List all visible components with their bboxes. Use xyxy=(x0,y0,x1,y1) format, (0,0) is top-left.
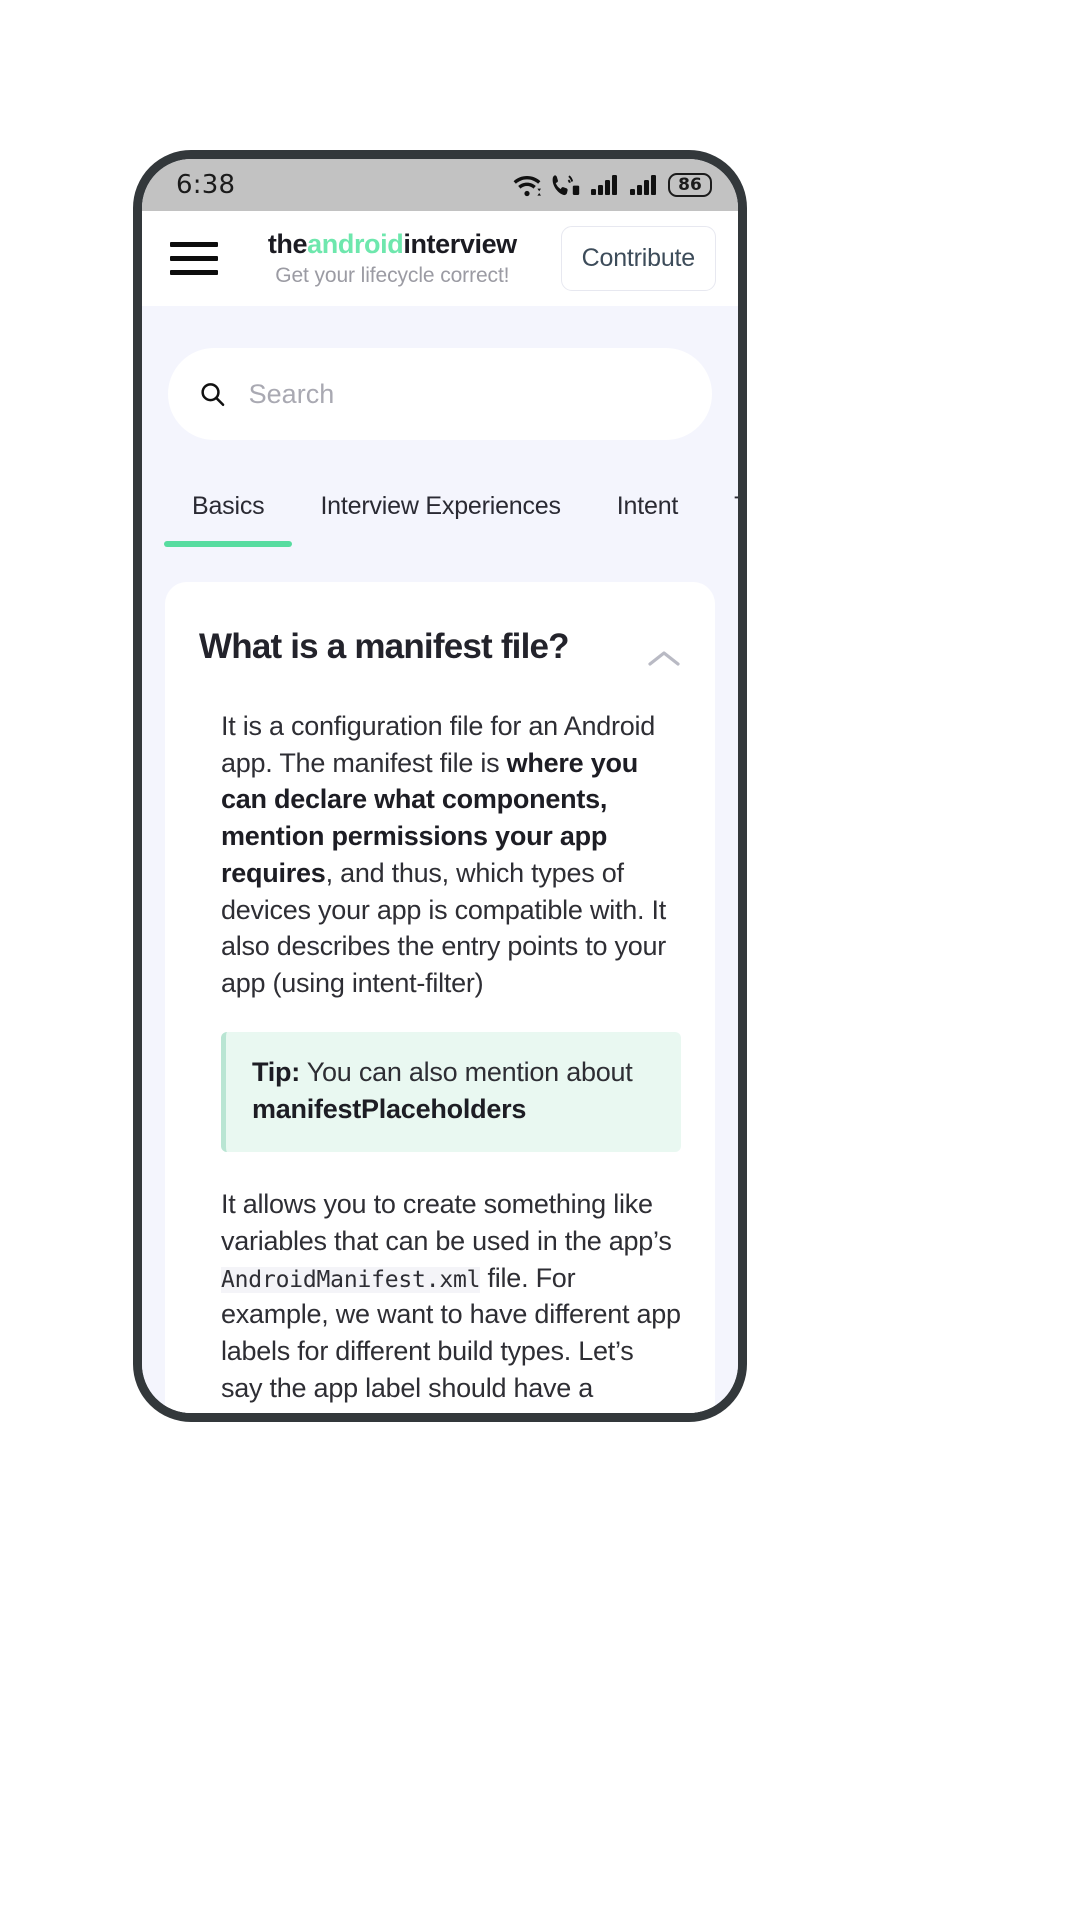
signal-bars-2-icon xyxy=(630,175,656,195)
card-title: What is a manifest file? xyxy=(199,627,570,666)
phone-frame: 6:38 86 theandroidinterview Get your lif… xyxy=(133,150,747,1422)
hamburger-bar xyxy=(170,270,218,275)
para2-a: It allows you to create something like v… xyxy=(221,1189,672,1256)
hamburger-bar xyxy=(170,256,218,261)
tab-underline xyxy=(706,541,738,547)
tab-basics[interactable]: Basics xyxy=(164,482,293,547)
paragraph-placeholders: It allows you to create something like v… xyxy=(221,1186,681,1413)
search-input[interactable] xyxy=(248,378,682,410)
call-signal-icon xyxy=(552,175,580,196)
tab-underline xyxy=(589,541,706,547)
inline-code-android-manifest: AndroidManifest.xml xyxy=(221,1266,481,1293)
brand-part-the: the xyxy=(267,229,308,260)
tab-label: Basics xyxy=(192,492,265,520)
tip-text: You can also mention about xyxy=(300,1056,633,1087)
tab-tools-and-concept[interactable]: Tools & Concept xyxy=(706,482,738,547)
brand-title: theandroidinterview xyxy=(240,229,545,260)
tip-label: Tip: xyxy=(252,1056,300,1087)
hamburger-bar xyxy=(170,242,218,247)
tab-active-underline xyxy=(164,541,293,547)
brand-tagline: Get your lifecycle correct! xyxy=(275,263,510,287)
tip-callout: Tip: You can also mention about manifest… xyxy=(221,1031,681,1153)
question-card: What is a manifest file? It is a configu… xyxy=(165,582,715,1413)
hamburger-menu-icon[interactable] xyxy=(170,239,218,279)
battery-level: 86 xyxy=(678,174,702,195)
status-time: 6:38 xyxy=(176,170,236,200)
brand-part-interview: interview xyxy=(403,229,517,260)
signal-bars-icon xyxy=(591,175,617,195)
tab-interview-experiences[interactable]: Interview Experiences xyxy=(292,482,588,547)
tab-label: Interview Experiences xyxy=(320,492,561,520)
tab-label: Tools & Concept xyxy=(734,492,738,520)
paragraph-definition: It is a configuration file for an Androi… xyxy=(221,708,681,1002)
brand-block: theandroidinterview Get your lifecycle c… xyxy=(234,229,545,287)
tab-bar: Basics Interview Experiences Intent Tool… xyxy=(142,482,738,547)
chevron-up-icon[interactable] xyxy=(647,648,681,670)
page-body: Basics Interview Experiences Intent Tool… xyxy=(142,306,738,1413)
card-body: It is a configuration file for an Androi… xyxy=(165,708,715,1413)
search-section xyxy=(142,306,738,440)
status-bar: 6:38 86 xyxy=(142,159,738,211)
tab-intent[interactable]: Intent xyxy=(589,482,706,547)
tab-label: Intent xyxy=(616,492,679,520)
battery-indicator: 86 xyxy=(668,173,712,197)
tab-underline xyxy=(292,541,588,547)
wifi-icon xyxy=(513,176,541,197)
contribute-button[interactable]: Contribute xyxy=(560,226,716,291)
tip-highlight: manifestPlaceholders xyxy=(252,1094,527,1124)
status-icons: 86 xyxy=(512,172,712,198)
brand-part-android: android xyxy=(307,229,404,260)
search-bar[interactable] xyxy=(168,348,712,440)
search-icon xyxy=(201,383,225,406)
card-header[interactable]: What is a manifest file? xyxy=(165,626,715,670)
app-header: theandroidinterview Get your lifecycle c… xyxy=(142,211,738,306)
